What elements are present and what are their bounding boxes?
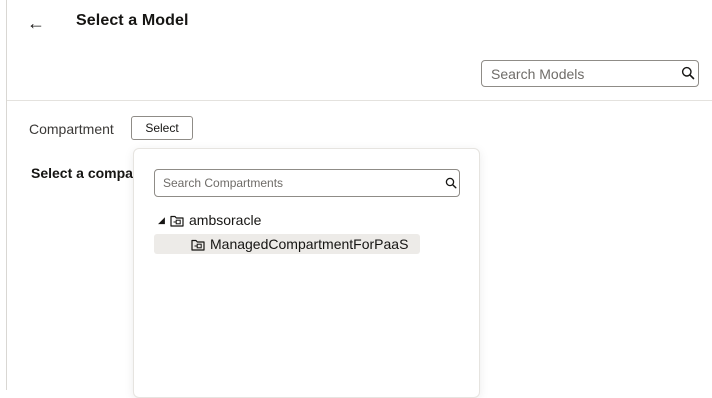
tree-item-managedcompartmentforpaas[interactable]: ManagedCompartmentForPaaS bbox=[154, 234, 420, 254]
compartment-folder-icon bbox=[191, 239, 205, 251]
caret-down-icon[interactable]: ◢ bbox=[158, 215, 170, 226]
search-compartments-field[interactable] bbox=[154, 169, 460, 197]
compartment-folder-icon bbox=[170, 215, 184, 227]
model-selector-panel: ← Select a Model Compartment Select Sele… bbox=[6, 0, 712, 398]
tree-item-label: ManagedCompartmentForPaaS bbox=[210, 236, 409, 252]
header-divider bbox=[7, 100, 712, 101]
search-icon[interactable] bbox=[681, 66, 695, 80]
search-models-field[interactable] bbox=[481, 60, 699, 87]
tree-item-ambsoracle[interactable]: ◢ ambsoracle bbox=[158, 210, 261, 230]
select-compartment-hint: Select a compa bbox=[31, 165, 133, 181]
compartment-label: Compartment bbox=[29, 121, 114, 137]
compartment-select-button[interactable]: Select bbox=[131, 116, 193, 140]
tree-item-label: ambsoracle bbox=[189, 212, 262, 228]
search-models-input[interactable] bbox=[482, 61, 681, 86]
search-icon[interactable] bbox=[445, 177, 457, 189]
compartment-picker-popup: ◢ ambsoracle ManagedCompartmentForPaaS bbox=[133, 148, 480, 398]
arrow-left-icon: ← bbox=[27, 13, 45, 33]
page-title: Select a Model bbox=[76, 12, 189, 29]
back-button[interactable]: ← bbox=[23, 10, 49, 36]
search-compartments-input[interactable] bbox=[155, 170, 443, 196]
